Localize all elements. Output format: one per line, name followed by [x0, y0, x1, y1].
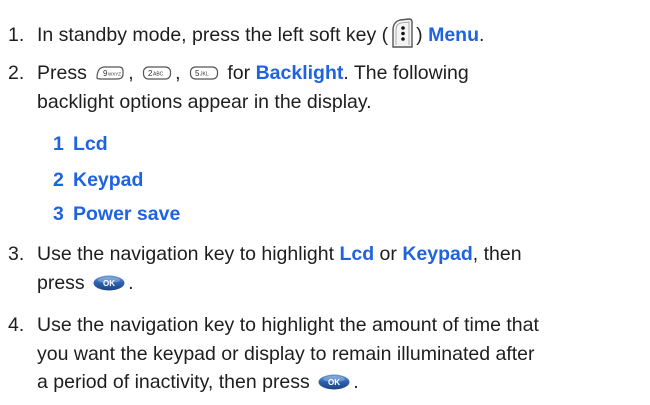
9wxyz-key-icon: 9 WXYZ — [95, 64, 125, 82]
step-number: 2. — [8, 62, 25, 84]
period: . — [128, 271, 134, 294]
instruction-page: 1. In standby mode, press the left soft k… — [0, 0, 650, 405]
svg-text:WXYZ: WXYZ — [108, 72, 121, 77]
step-text: Press — [37, 62, 87, 84]
svg-text:JKL: JKL — [200, 72, 209, 78]
period: . — [353, 371, 359, 393]
step-text: press — [37, 271, 85, 294]
option-label: Keypad — [73, 169, 144, 191]
svg-text:OK: OK — [328, 378, 340, 387]
step-text: Use the navigation key to highlight the … — [37, 314, 539, 336]
lcd-label: Lcd — [339, 243, 375, 265]
step-text: , then — [472, 243, 522, 265]
step-text-line-3: a period of inactivity, then press OK . — [8, 368, 644, 397]
option-power-save: 3 Power save — [53, 200, 180, 228]
ok-key-icon: OK — [317, 373, 351, 391]
step-text: ) — [416, 24, 423, 46]
option-number: 1 — [53, 133, 64, 155]
5jkl-key-icon: 5 JKL — [189, 64, 219, 82]
svg-text:ABC: ABC — [153, 72, 164, 78]
step-4: 4. Use the navigation key to highlight th… — [8, 311, 644, 397]
option-number: 2 — [53, 169, 64, 191]
separator: , — [128, 62, 134, 84]
step-3: 3. Use the navigation key to highlight Lc… — [8, 240, 644, 297]
step-text-line-2: backlight options appear in the display. — [37, 90, 372, 113]
step-text: a period of inactivity, then press — [37, 371, 310, 393]
step-text-line-2: press OK . — [8, 269, 644, 298]
2abc-key-icon: 2 ABC — [142, 64, 172, 82]
step-text: or — [379, 243, 397, 265]
step-text: In standby mode, press the left soft key… — [37, 24, 389, 46]
step-number: 4. — [8, 314, 25, 336]
option-keypad: 2 Keypad — [53, 166, 143, 194]
keypad-label: Keypad — [402, 243, 473, 265]
period: . — [479, 24, 485, 46]
left-soft-key-icon — [390, 18, 414, 48]
step-2: 2. Press 9 WXYZ , 2 ABC , 5 JKL for Backl… — [8, 59, 644, 116]
step-text: Use the navigation key to highlight — [37, 243, 335, 265]
step-1: 1. In standby mode, press the left soft k… — [8, 18, 644, 50]
separator: , — [175, 62, 181, 84]
option-label: Power save — [73, 203, 181, 225]
backlight-label: Backlight — [255, 62, 344, 84]
step-number: 1. — [8, 24, 25, 46]
option-label: Lcd — [73, 133, 108, 155]
step-text: . The following — [343, 62, 469, 84]
menu-label: Menu — [428, 24, 480, 46]
svg-text:OK: OK — [103, 279, 115, 288]
step-number: 3. — [8, 243, 25, 265]
ok-key-icon: OK — [92, 274, 126, 292]
option-lcd: 1 Lcd — [53, 130, 108, 158]
step-text-line-2: you want the keypad or display to remain… — [37, 342, 535, 365]
step-text: for — [227, 62, 251, 84]
option-number: 3 — [53, 203, 64, 225]
